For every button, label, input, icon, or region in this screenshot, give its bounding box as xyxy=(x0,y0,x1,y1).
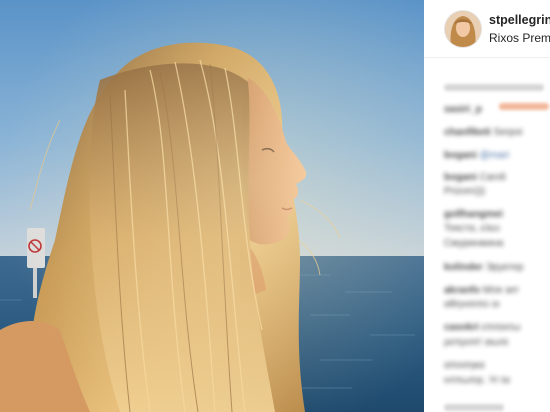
comment-item: Текстα, ελευ xyxy=(444,223,500,234)
comment-item: casokri επιτεκτω xyxy=(444,322,521,333)
post-header: stpellegrino Rixos Premium xyxy=(424,0,550,58)
emoji-strip xyxy=(499,103,549,110)
comment-item: αποσηκα xyxy=(444,360,485,371)
comment-item: bogani Caroli xyxy=(444,172,506,183)
comment-item: ρεπροπ! αιωτε xyxy=(444,337,509,348)
comment-item: Prizom))) xyxy=(444,186,486,197)
comment-item: sasiri_p xyxy=(444,104,482,115)
comment-item: Смуринжина xyxy=(444,238,504,249)
comment-item: bogani @mari xyxy=(444,150,510,161)
blurred-text xyxy=(444,84,544,91)
avatar-image xyxy=(445,11,481,47)
post-sidebar: stpellegrino Rixos Premium sasiri_p chan… xyxy=(424,0,550,412)
avatar[interactable] xyxy=(445,11,481,47)
username-link[interactable]: stpellegrino xyxy=(489,13,550,27)
comment-item: chanfiketi Serpoi xyxy=(444,127,523,138)
comment-item: kolinder Эруктер xyxy=(444,262,524,273)
photo-illustration xyxy=(0,0,424,412)
location-link[interactable]: Rixos Premium xyxy=(489,31,550,45)
comment-item: gollhangmei xyxy=(444,209,503,220)
blurred-text xyxy=(444,404,504,411)
comment-item: akranfo Мпя зет xyxy=(444,285,520,296)
comment-item: ιντπωτηε. Ή τα xyxy=(444,375,510,386)
post-photo[interactable] xyxy=(0,0,424,412)
comment-item: αθηνισιπο οι xyxy=(444,299,500,310)
